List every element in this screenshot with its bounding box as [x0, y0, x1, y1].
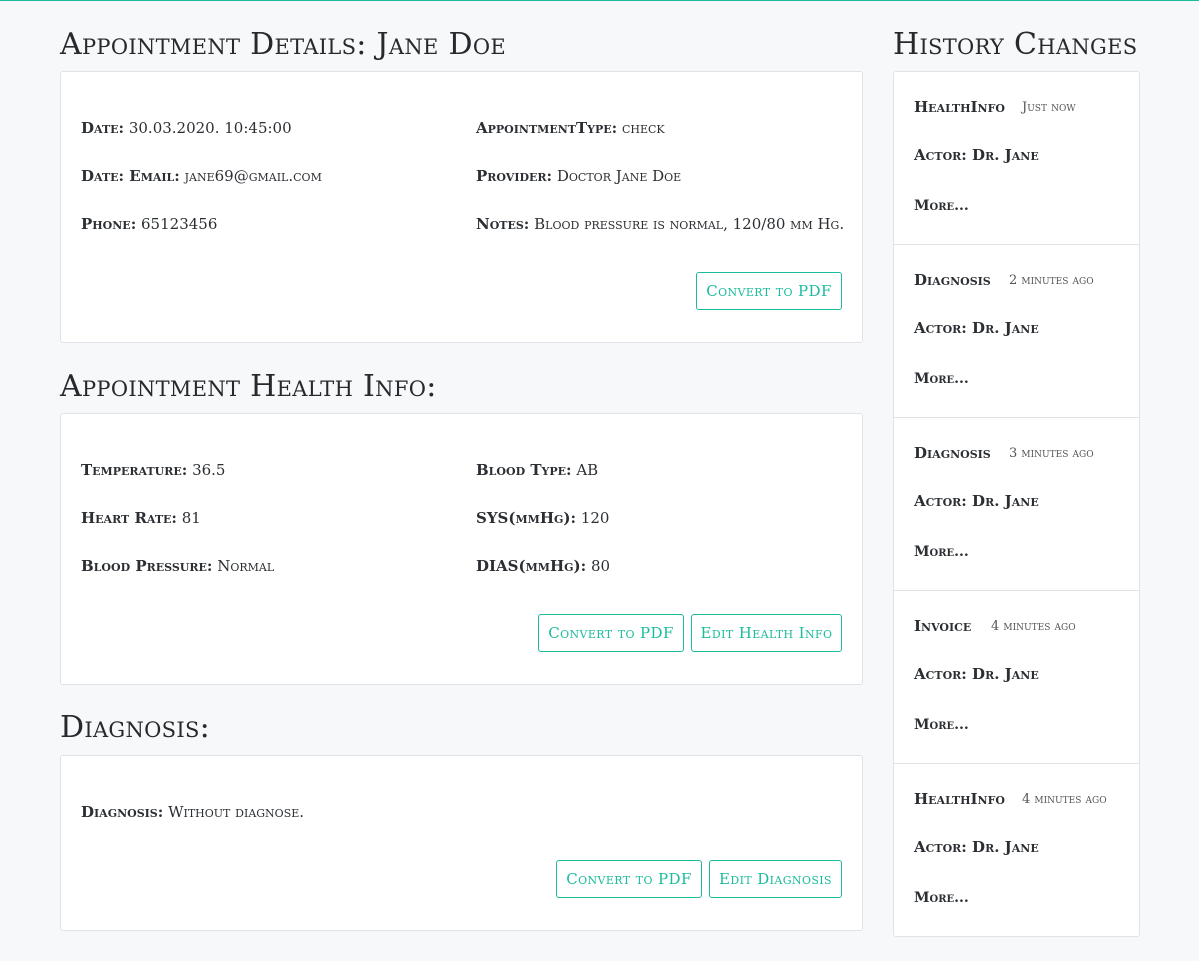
health-info-card: Temperature: 36.5 Blood Type: AB Heart R…: [60, 413, 863, 685]
history-item-title: Diagnosis: [914, 444, 991, 462]
appointment-details-title: Appointment Details: Jane Doe: [60, 27, 506, 62]
history-more-link[interactable]: More...: [914, 717, 969, 733]
diagnosis-convert-pdf-button[interactable]: Convert to PDF: [556, 860, 702, 898]
history-item-actor: Actor: Dr. Jane: [914, 838, 1039, 856]
history-more-link[interactable]: More...: [914, 890, 969, 906]
history-item-actor: Actor: Dr. Jane: [914, 665, 1039, 683]
history-item: Diagnosis 3 minutes ago Actor: Dr. Jane …: [894, 418, 1139, 591]
history-item: Invoice 4 minutes ago Actor: Dr. Jane Mo…: [894, 591, 1139, 764]
field-phone: Phone: 65123456: [81, 215, 218, 233]
history-more-link[interactable]: More...: [914, 544, 969, 560]
field-appointment-type: AppointmentType: check: [476, 119, 665, 137]
history-list: HealthInfo Just now Actor: Dr. Jane More…: [893, 71, 1140, 937]
health-info-title: Appointment Health Info:: [60, 369, 437, 404]
history-title: History Changes: [893, 27, 1138, 62]
field-date: Date: 30.03.2020. 10:45:00: [81, 119, 292, 137]
history-item-title: Diagnosis: [914, 271, 991, 289]
field-email: Date: Email: jane69@gmail.com: [81, 167, 322, 185]
history-item-title: Invoice: [914, 617, 972, 635]
history-item: HealthInfo Just now Actor: Dr. Jane More…: [894, 72, 1139, 245]
health-convert-pdf-button[interactable]: Convert to PDF: [538, 614, 684, 652]
field-dias: DIAS(mmHg): 80: [476, 557, 611, 575]
appointment-details-card: Date: 30.03.2020. 10:45:00 AppointmentTy…: [60, 71, 863, 343]
field-provider: Provider: Doctor Jane Doe: [476, 167, 682, 185]
history-item-time: 2 minutes ago: [1009, 273, 1094, 288]
diagnosis-card: Diagnosis: Without diagnose. Convert to …: [60, 755, 863, 931]
appointment-convert-pdf-button[interactable]: Convert to PDF: [696, 272, 842, 310]
field-temperature: Temperature: 36.5: [81, 461, 226, 479]
history-item: Diagnosis 2 minutes ago Actor: Dr. Jane …: [894, 245, 1139, 418]
edit-health-info-button[interactable]: Edit Health Info: [691, 614, 842, 652]
edit-diagnosis-button[interactable]: Edit Diagnosis: [709, 860, 842, 898]
history-item-title: HealthInfo: [914, 98, 1005, 116]
history-more-link[interactable]: More...: [914, 198, 969, 214]
history-more-link[interactable]: More...: [914, 371, 969, 387]
field-blood-type: Blood Type: AB: [476, 461, 599, 479]
history-item-actor: Actor: Dr. Jane: [914, 146, 1039, 164]
field-blood-pressure: Blood Pressure: Normal: [81, 557, 275, 575]
field-diagnosis: Diagnosis: Without diagnose.: [81, 803, 305, 821]
field-notes: Notes: Blood pressure is normal, 120/80 …: [476, 215, 845, 233]
history-item-time: 3 minutes ago: [1009, 446, 1094, 461]
history-item-actor: Actor: Dr. Jane: [914, 492, 1039, 510]
history-item-time: 4 minutes ago: [991, 619, 1076, 634]
top-accent-line: [0, 0, 1199, 1]
history-item-time: 4 minutes ago: [1022, 792, 1107, 807]
history-item-time: Just now: [1022, 100, 1076, 115]
history-item-title: HealthInfo: [914, 790, 1005, 808]
field-sys: SYS(mmHg): 120: [476, 509, 610, 527]
history-item: HealthInfo 4 minutes ago Actor: Dr. Jane…: [894, 764, 1139, 937]
diagnosis-title: Diagnosis:: [60, 710, 211, 745]
field-heart-rate: Heart Rate: 81: [81, 509, 201, 527]
history-item-actor: Actor: Dr. Jane: [914, 319, 1039, 337]
